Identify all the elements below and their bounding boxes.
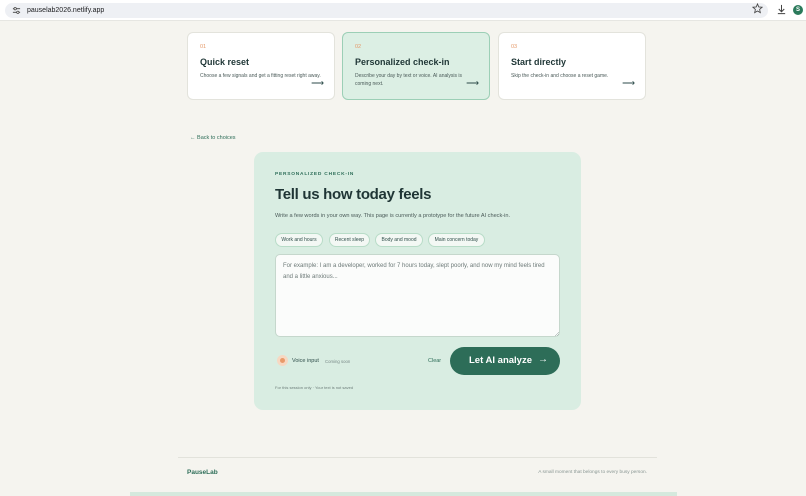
clear-button[interactable]: Clear (428, 358, 441, 364)
tune-icon[interactable] (12, 6, 21, 15)
chip-work-and-hours[interactable]: Work and hours (275, 233, 323, 247)
arrow-right-icon: ⟶ (466, 78, 479, 88)
option-card-quick-reset[interactable]: 01 Quick reset Choose a few signals and … (187, 32, 335, 100)
url-text[interactable]: pauselab2026.netlify.app (27, 5, 104, 16)
card-title: Quick reset (200, 57, 250, 67)
card-number: 02 (355, 44, 362, 50)
star-icon[interactable] (752, 3, 763, 14)
option-card-personalized-check-in[interactable]: 02 Personalized check-in Describe your d… (342, 32, 490, 100)
analyze-button-label: Let AI analyze (469, 355, 533, 366)
address-bar[interactable]: pauselab2026.netlify.app (5, 3, 768, 18)
profile-avatar[interactable]: S (793, 5, 803, 15)
resize-handle-icon[interactable] (555, 332, 559, 336)
option-card-start-directly[interactable]: 03 Start directly Skip the check-in and … (498, 32, 646, 100)
page-title: Tell us how today feels (275, 186, 432, 203)
chip-main-concern-today[interactable]: Main concern today (428, 233, 485, 247)
check-in-panel: PERSONALIZED CHECK-IN Tell us how today … (254, 152, 581, 410)
panel-subtitle: Write a few words in your own way. This … (275, 213, 511, 219)
card-title: Personalized check-in (355, 57, 450, 67)
chip-body-and-mood[interactable]: Body and mood (375, 233, 423, 247)
download-icon[interactable] (776, 4, 787, 15)
footer-brand[interactable]: PauseLab (187, 469, 218, 476)
back-to-choices-link[interactable]: ← Back to choices (190, 135, 236, 141)
microphone-icon[interactable] (277, 355, 288, 366)
arrow-right-icon: ⟶ (622, 78, 635, 88)
coming-soon-badge: Coming soon (325, 359, 351, 364)
check-in-textarea[interactable] (275, 254, 560, 337)
chip-recent-sleep[interactable]: Recent sleep (329, 233, 370, 247)
card-description: Skip the check-in and choose a reset gam… (511, 73, 609, 79)
card-number: 01 (200, 44, 207, 50)
footer-tagline: A small moment that belongs to every bus… (538, 470, 647, 475)
bottom-strip (130, 492, 677, 496)
arrow-right-icon: ⟶ (311, 78, 324, 88)
privacy-footnote: For this session only · Your text is not… (275, 385, 354, 390)
card-number: 03 (511, 44, 518, 50)
card-title: Start directly (511, 57, 567, 67)
browser-toolbar: pauselab2026.netlify.app S (0, 0, 806, 21)
card-description: Describe your day by text or voice. AI a… (355, 73, 462, 87)
voice-input-label[interactable]: Voice input (292, 358, 319, 364)
panel-eyebrow: PERSONALIZED CHECK-IN (275, 172, 355, 177)
let-ai-analyze-button[interactable]: Let AI analyze → (450, 347, 560, 375)
card-description: Choose a few signals and get a fitting r… (200, 73, 321, 79)
footer-divider (178, 457, 657, 458)
arrow-right-icon: → (538, 354, 548, 365)
